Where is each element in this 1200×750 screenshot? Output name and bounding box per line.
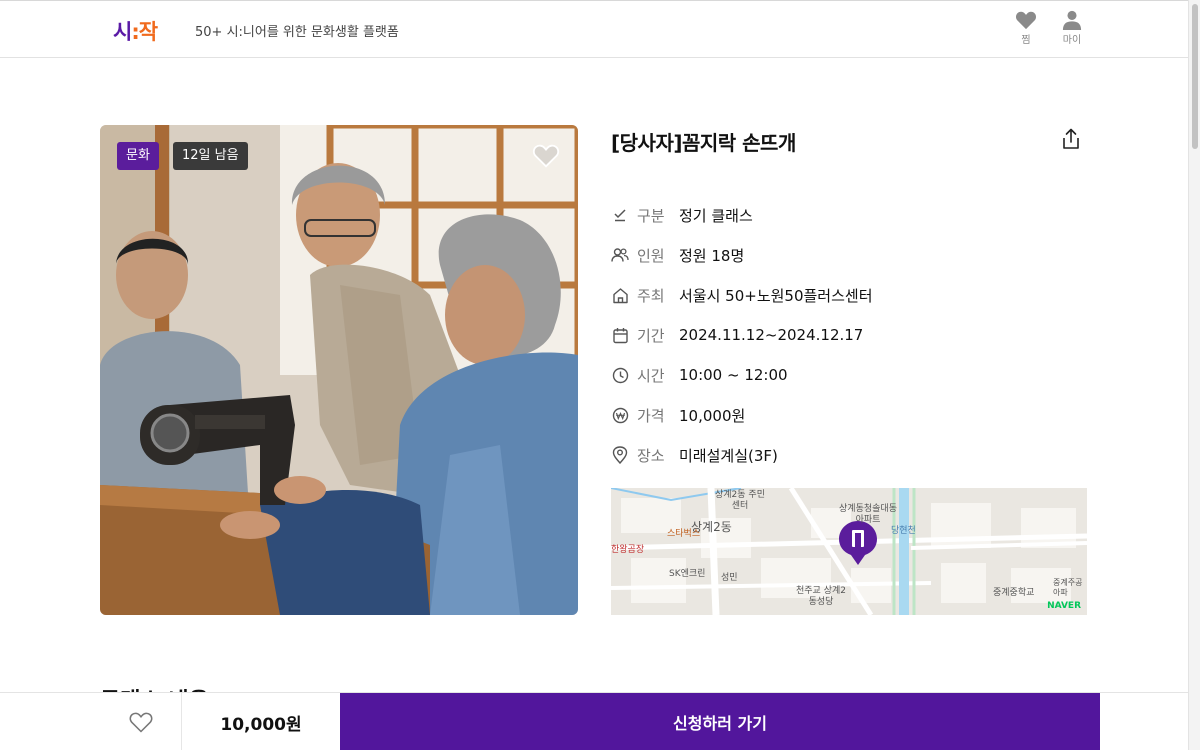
map-label: SK엔크린 xyxy=(669,569,706,579)
bottom-price: 10,000원 xyxy=(220,714,302,735)
share-icon xyxy=(1063,128,1079,149)
user-icon xyxy=(1062,10,1082,30)
photo-wishlist-button[interactable] xyxy=(532,143,560,172)
info-label: 가격 xyxy=(637,406,665,425)
program-photo-image xyxy=(100,125,578,615)
info-value: 정기 클래스 xyxy=(679,206,753,225)
bottom-action-bar: 10,000원 신청하러 가기 xyxy=(0,692,1188,750)
map-label: 천주교 상계2동성당 xyxy=(796,586,846,607)
home-icon xyxy=(611,286,629,304)
map-location-pin-icon xyxy=(839,521,877,565)
heart-outline-icon xyxy=(129,712,152,733)
logo-part-jak: :작 xyxy=(131,20,158,44)
check-icon xyxy=(611,206,629,224)
info-row-host: 주최 서울시 50+노원50플러스센터 xyxy=(611,283,873,307)
site-logo[interactable]: 시:작 xyxy=(113,16,158,46)
site-tagline: 50+ 시:니어를 위한 문화생활 플랫폼 xyxy=(195,25,399,40)
clock-icon xyxy=(611,366,629,384)
my-page-label: 마이 xyxy=(1062,35,1082,46)
scrollbar-thumb[interactable] xyxy=(1192,4,1198,149)
info-row-type: 구분 정기 클래스 xyxy=(611,203,753,227)
share-button[interactable] xyxy=(1061,128,1081,154)
info-row-capacity: 인원 정원 18명 xyxy=(611,243,744,267)
map-label: 상계2동 주민센터 xyxy=(715,490,765,511)
my-page-button[interactable]: 마이 xyxy=(1052,10,1092,46)
wishlist-button[interactable]: 찜 xyxy=(1006,10,1046,46)
info-value: 2024.11.12~2024.12.17 xyxy=(679,326,864,344)
program-photo: 문화 12일 남음 xyxy=(100,125,578,615)
info-label: 기간 xyxy=(637,326,665,345)
days-left-badge: 12일 남음 xyxy=(173,142,248,170)
map-label: 중계주공 아파 xyxy=(1053,578,1083,597)
page-scrollbar[interactable] xyxy=(1188,0,1200,750)
map-label: 당현천 xyxy=(891,526,916,536)
info-label: 장소 xyxy=(637,446,665,465)
map-label: 한왕곰장 xyxy=(611,545,645,555)
info-row-price: 가격 10,000원 xyxy=(611,403,745,427)
logo-part-si: 시 xyxy=(113,20,132,44)
info-label: 주최 xyxy=(637,286,665,305)
program-title: [당사자]꼼지락 손뜨개 xyxy=(611,131,796,155)
info-value: 정원 18명 xyxy=(679,246,745,265)
info-value: 10:00 ~ 12:00 xyxy=(679,366,788,384)
info-row-time: 시간 10:00 ~ 12:00 xyxy=(611,363,788,387)
info-value: 미래설계실(3F) xyxy=(679,446,778,465)
map-label: 성민 xyxy=(721,573,738,583)
info-row-period: 기간 2024.11.12~2024.12.17 xyxy=(611,323,863,347)
top-header: 시:작 50+ 시:니어를 위한 문화생활 플랫폼 찜 마이 xyxy=(0,0,1188,58)
map-label: 스타벅스 xyxy=(667,529,701,539)
heart-icon xyxy=(1015,11,1037,30)
bottom-wishlist-button[interactable] xyxy=(100,693,182,750)
category-badge: 문화 xyxy=(117,142,159,170)
location-pin-icon xyxy=(611,446,629,464)
location-map[interactable]: 상계2동 주민센터 상계2동 스타벅스 상계동청솔대동 아파트 SK엔크린 성민… xyxy=(611,488,1087,615)
people-icon xyxy=(611,246,629,264)
map-provider-logo: NAVER xyxy=(1047,601,1081,611)
won-icon xyxy=(611,406,629,424)
info-label: 구분 xyxy=(637,206,665,225)
info-label: 인원 xyxy=(637,246,665,265)
wishlist-label: 찜 xyxy=(1021,35,1031,46)
info-row-location: 장소 미래설계실(3F) xyxy=(611,443,778,467)
info-label: 시간 xyxy=(637,366,665,385)
heart-outline-icon xyxy=(532,144,560,168)
info-value: 10,000원 xyxy=(679,406,746,425)
calendar-icon xyxy=(611,326,629,344)
apply-button[interactable]: 신청하러 가기 xyxy=(340,693,1100,750)
map-label: 중계중학교 xyxy=(993,588,1035,598)
info-value: 서울시 50+노원50플러스센터 xyxy=(679,286,873,305)
